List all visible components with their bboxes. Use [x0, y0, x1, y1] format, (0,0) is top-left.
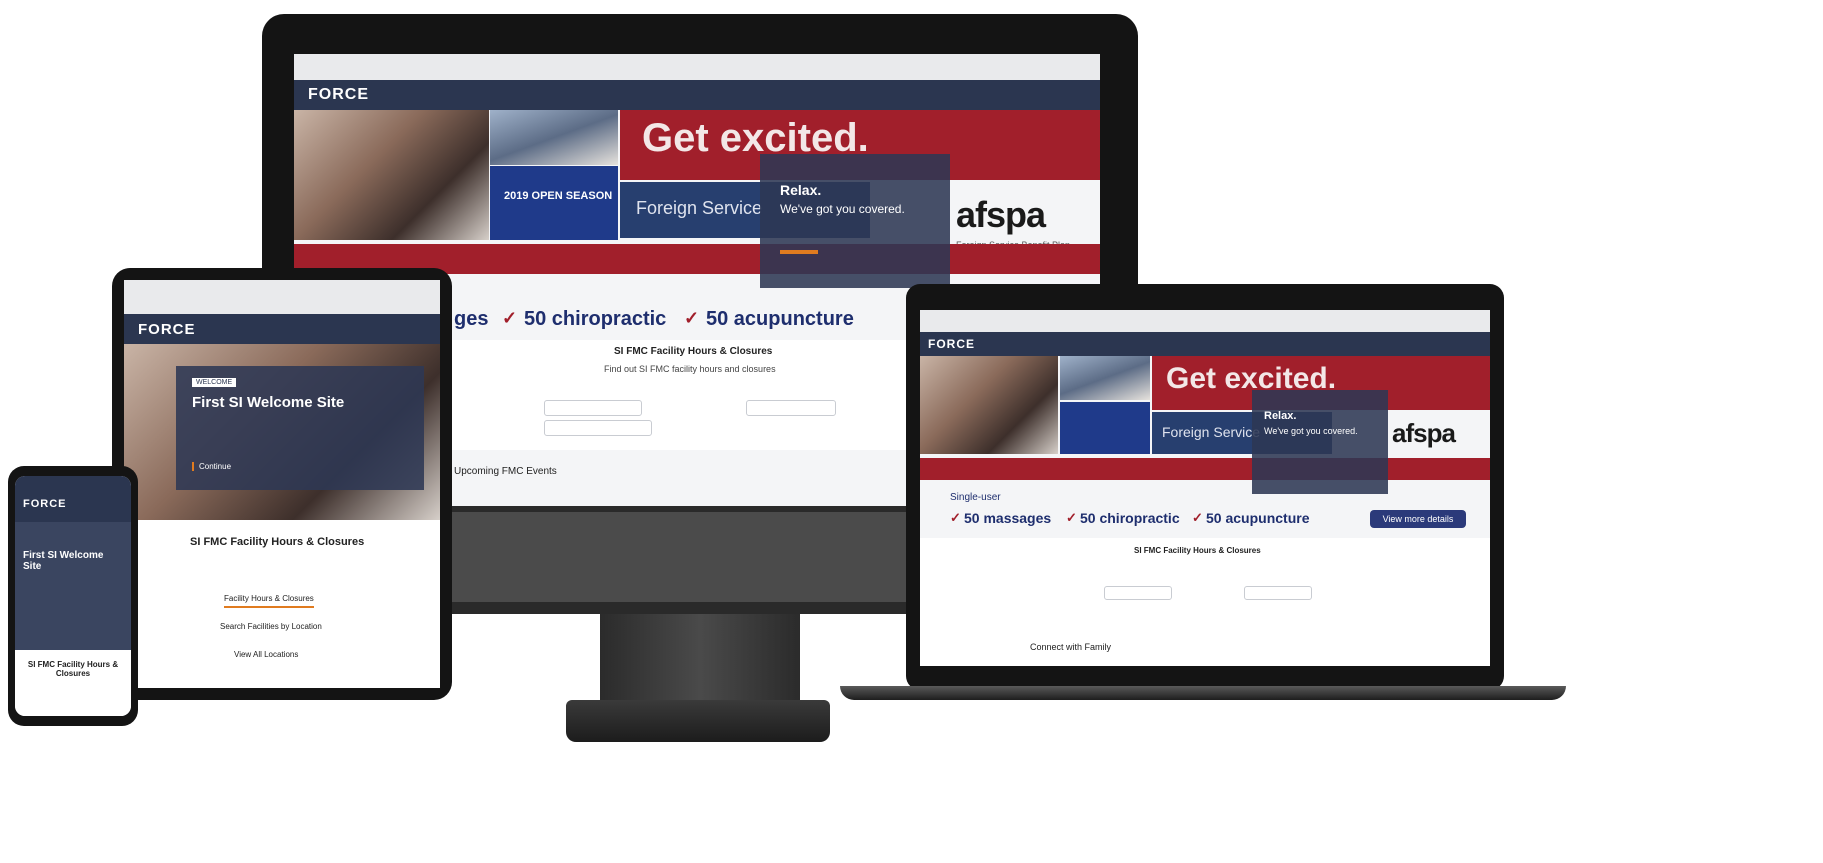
tablet-section-title: SI FMC Facility Hours & Closures: [190, 536, 365, 548]
upcoming-events[interactable]: Upcoming FMC Events: [454, 466, 557, 477]
tablet-device: FORCE WELCOME First SI Welcome Site Cont…: [112, 268, 452, 700]
facility-title: SI FMC Facility Hours & Closures: [614, 346, 773, 357]
benefit-chiropractic: 50 chiropractic: [524, 308, 667, 330]
relax-subtext: We've got you covered.: [780, 202, 905, 216]
facility-subtitle: Find out SI FMC facility hours and closu…: [604, 364, 776, 374]
monitor-stand-base: [566, 700, 830, 742]
laptop-relax-text: Relax.: [1264, 410, 1297, 422]
laptop-facility-section: SI FMC Facility Hours & Closures Connect…: [920, 538, 1490, 666]
tablet-cta[interactable]: Continue: [192, 462, 231, 471]
tablet-link-2[interactable]: Search Facilities by Location: [220, 622, 322, 631]
phone-title: First SI Welcome Site: [23, 550, 104, 572]
laptop-afspa-tile[interactable]: afspa: [1380, 412, 1490, 462]
laptop-benefits-row: ✓ 50 massages ✓ 50 chiropractic ✓ 50 acu…: [950, 508, 1370, 530]
tablet-logo[interactable]: FORCE: [138, 321, 196, 338]
benefit-acupuncture: 50 acupuncture: [706, 308, 854, 330]
laptop-relax-overlay: Relax. We've got you covered.: [1252, 390, 1388, 494]
open-season-text: 2019 OPEN SEASON: [504, 190, 613, 202]
laptop-foreign-service-text: Foreign Service: [1162, 424, 1261, 440]
laptop-benefit-acupuncture: 50 acupuncture: [1206, 510, 1310, 526]
benefit-massages: ges: [454, 308, 489, 330]
phone-screen: FORCE First SI Welcome Site SI FMC Facil…: [15, 476, 131, 716]
foreign-service-text: Foreign Service: [636, 198, 763, 218]
tablet-link-3[interactable]: View All Locations: [234, 650, 298, 659]
laptop-footer-link[interactable]: Connect with Family: [1030, 642, 1111, 652]
laptop-relax-sub: We've got you covered.: [1264, 426, 1358, 436]
laptop-device: FORCE Get excited. Foreign Service afspa…: [906, 284, 1504, 690]
facility-link-2[interactable]: [746, 400, 836, 416]
laptop-logo[interactable]: FORCE: [928, 337, 975, 351]
browser-chrome: [294, 54, 1100, 81]
open-season-tile[interactable]: 2019 OPEN SEASON: [490, 166, 618, 240]
relax-text: Relax.: [780, 182, 822, 198]
afspa-logo: afspa: [956, 194, 1046, 235]
check-icon: ✓: [1192, 510, 1203, 525]
check-icon: ✓: [950, 510, 961, 525]
tablet-title: First SI Welcome Site: [192, 394, 345, 411]
phone-device: FORCE First SI Welcome Site SI FMC Facil…: [8, 466, 138, 726]
check-icon: ✓: [502, 308, 518, 328]
relax-cta[interactable]: [780, 250, 818, 254]
tablet-welcome-card: WELCOME First SI Welcome Site Continue: [176, 366, 424, 490]
check-icon: ✓: [684, 308, 700, 328]
check-icon: ✓: [1066, 510, 1077, 525]
monitor-stand-neck: [600, 614, 800, 704]
laptop-hero-photo: [920, 356, 1058, 454]
relax-overlay: Relax. We've got you covered.: [760, 154, 950, 288]
tablet-link-1[interactable]: Facility Hours & Closures: [224, 594, 314, 608]
site-logo[interactable]: FORCE: [308, 86, 369, 104]
laptop-open-season-tile[interactable]: [1060, 402, 1150, 454]
laptop-facility-link-2[interactable]: [1244, 586, 1312, 600]
tablet-badge: WELCOME: [192, 378, 237, 387]
laptop-screen: FORCE Get excited. Foreign Service afspa…: [920, 310, 1490, 666]
tablet-nav: FORCE: [124, 314, 440, 344]
tablet-screen: FORCE WELCOME First SI Welcome Site Cont…: [124, 280, 440, 688]
phone-nav: FORCE: [15, 476, 131, 522]
laptop-benefit-massages: 50 massages: [964, 510, 1052, 526]
tablet-browser-chrome: [124, 280, 440, 315]
laptop-chiro-photo: [1060, 356, 1150, 400]
phone-facility-section: SI FMC Facility Hours & Closures: [15, 650, 131, 716]
phone-section-title: SI FMC Facility Hours & Closures: [27, 660, 119, 678]
laptop-promo-strip: [920, 458, 1490, 480]
laptop-browser-chrome: [920, 310, 1490, 333]
laptop-afspa-logo: afspa: [1392, 418, 1456, 448]
laptop-nav: FORCE: [920, 332, 1490, 356]
laptop-facility-title: SI FMC Facility Hours & Closures: [1134, 546, 1261, 555]
hero-massage-photo: [294, 110, 489, 240]
facility-link-1[interactable]: [544, 400, 642, 416]
facility-link-3[interactable]: [544, 420, 652, 436]
hero-chiro-photo: [490, 110, 618, 165]
view-details-button[interactable]: View more details: [1370, 510, 1466, 528]
site-nav: FORCE: [294, 80, 1100, 110]
phone-logo[interactable]: FORCE: [23, 498, 67, 510]
laptop-benefit-chiropractic: 50 chiropractic: [1080, 510, 1180, 526]
phone-welcome-card: First SI Welcome Site: [15, 522, 131, 650]
laptop-facility-link-1[interactable]: [1104, 586, 1172, 600]
laptop-promo-label: Single-user: [950, 492, 1001, 503]
tablet-facility-section: SI FMC Facility Hours & Closures Facilit…: [124, 520, 440, 688]
laptop-base: [840, 686, 1566, 700]
